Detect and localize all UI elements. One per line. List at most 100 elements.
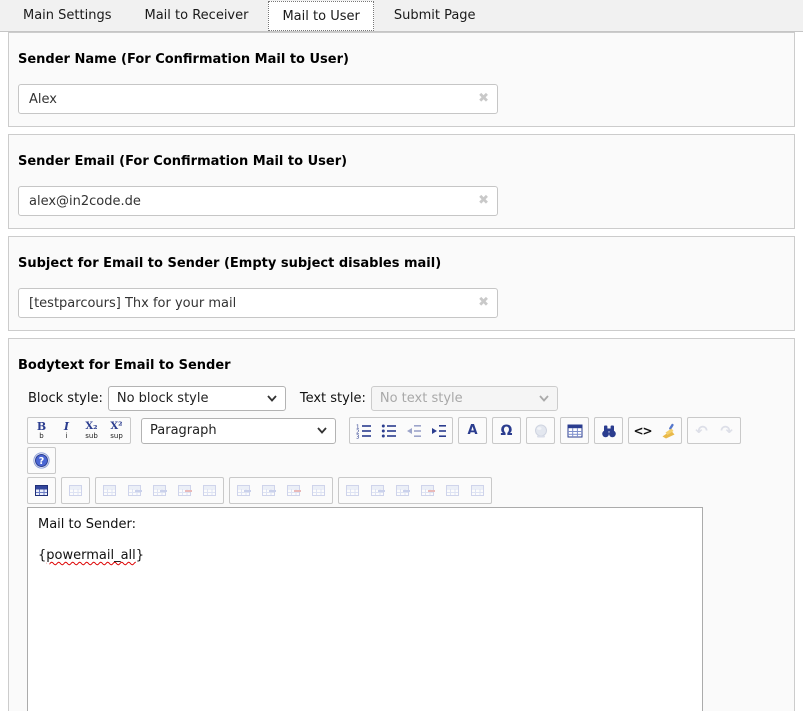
column-insert-after-icon	[262, 485, 275, 496]
cell-insert-before-button	[365, 478, 390, 503]
tab-mail-to-user[interactable]: Mail to User	[268, 1, 373, 31]
sender-email-input[interactable]	[18, 186, 498, 216]
bold-button[interactable]: B b	[29, 418, 54, 443]
cell-delete-icon	[421, 485, 434, 496]
chevron-down-icon	[317, 427, 327, 434]
svg-text:?: ?	[39, 456, 45, 467]
block-style-select[interactable]: No block style	[108, 386, 286, 411]
cell-properties-icon	[346, 485, 359, 496]
indent-icon	[431, 423, 447, 439]
find-replace-button[interactable]	[596, 418, 621, 443]
rte-style-row: Block style: No block style Text style: …	[28, 386, 778, 411]
tab-submit-page[interactable]: Submit Page	[381, 0, 489, 31]
ordered-list-button[interactable]: 123	[351, 418, 376, 443]
toggle-table-borders-button[interactable]	[29, 478, 54, 503]
row-insert-under-button	[147, 478, 172, 503]
source-code-icon: <>	[633, 424, 651, 438]
block-style-label: Block style:	[28, 391, 103, 406]
special-character-group: Ω	[492, 417, 521, 444]
row-properties-button	[97, 478, 122, 503]
block-style-value: No block style	[117, 391, 209, 406]
view-source-button[interactable]: <>	[630, 418, 655, 443]
row-delete-icon	[178, 485, 191, 496]
column-delete-icon	[287, 485, 300, 496]
chevron-down-icon	[539, 395, 549, 402]
cell-properties-button	[340, 478, 365, 503]
text-style-value: No text style	[380, 391, 463, 406]
broom-icon	[660, 423, 676, 439]
section-subject: Subject for Email to Sender (Empty subje…	[8, 236, 795, 331]
globe-icon	[533, 423, 549, 439]
redo-icon: ↷	[720, 424, 733, 438]
insert-special-character-button[interactable]: Ω	[494, 418, 519, 443]
italic-icon: I	[64, 421, 69, 432]
superscript-icon: X²	[110, 421, 122, 432]
unordered-list-button[interactable]	[376, 418, 401, 443]
image-group	[526, 417, 555, 444]
undo-button: ↶	[689, 418, 714, 443]
toggle-borders-group	[27, 477, 56, 504]
row-split-button	[197, 478, 222, 503]
bodytext-label: Bodytext for Email to Sender	[18, 358, 778, 373]
table-borders-icon	[35, 485, 48, 496]
spellcheck-underlined-text: powermail_all	[46, 548, 136, 563]
table-icon	[567, 423, 583, 439]
column-insert-before-button	[231, 478, 256, 503]
sender-name-label: Sender Name (For Confirmation Mail to Us…	[18, 52, 778, 67]
cell-split-icon	[471, 485, 484, 496]
tab-bar: Main Settings Mail to Receiver Mail to U…	[0, 0, 803, 32]
svg-text:3: 3	[356, 434, 360, 439]
section-bodytext: Bodytext for Email to Sender Block style…	[8, 338, 795, 711]
row-insert-above-button	[122, 478, 147, 503]
editor-line-1: Mail to Sender:	[38, 517, 692, 533]
subscript-icon: X₂	[85, 421, 97, 432]
subject-input[interactable]	[18, 288, 498, 318]
remove-format-button[interactable]	[655, 418, 680, 443]
superscript-button[interactable]: X² sup	[104, 418, 129, 443]
row-insert-under-icon	[153, 485, 166, 496]
help-icon: ?	[33, 452, 50, 469]
outdent-icon	[406, 423, 422, 439]
sender-name-input[interactable]	[18, 84, 498, 114]
subscript-button[interactable]: X₂ sub	[79, 418, 104, 443]
cell-merge-icon	[446, 485, 459, 496]
cell-insert-before-icon	[371, 485, 384, 496]
acronym-group: A	[458, 417, 487, 444]
insert-table-button[interactable]	[562, 418, 587, 443]
clear-input-icon[interactable]: ✖	[478, 193, 489, 208]
rte-editor-area[interactable]: Mail to Sender: {powermail_all}	[27, 507, 703, 711]
rte-toolbar-row-2: ?	[27, 447, 778, 474]
cell-merge-button	[440, 478, 465, 503]
insert-image-button	[528, 418, 553, 443]
sender-email-label: Sender Email (For Confirmation Mail to U…	[18, 154, 778, 169]
paragraph-format-select[interactable]: Paragraph	[141, 418, 336, 444]
undo-icon: ↶	[695, 424, 708, 438]
table-properties-icon	[69, 485, 82, 496]
unordered-list-icon	[381, 423, 397, 439]
rte-toolbar-row-3	[27, 477, 778, 504]
indent-button[interactable]	[426, 418, 451, 443]
cell-operations-group	[338, 477, 492, 504]
help-group: ?	[27, 447, 56, 474]
section-sender-name: Sender Name (For Confirmation Mail to Us…	[8, 32, 795, 127]
row-insert-above-icon	[128, 485, 141, 496]
row-operations-group	[95, 477, 224, 504]
column-split-button	[306, 478, 331, 503]
row-split-icon	[203, 485, 216, 496]
cell-insert-after-icon	[396, 485, 409, 496]
tab-main-settings[interactable]: Main Settings	[10, 0, 125, 31]
clear-input-icon[interactable]: ✖	[478, 295, 489, 310]
chevron-down-icon	[267, 395, 277, 402]
acronym-button[interactable]: A	[460, 418, 485, 443]
omega-icon: Ω	[501, 424, 513, 438]
help-button[interactable]: ?	[29, 448, 54, 473]
clear-input-icon[interactable]: ✖	[478, 91, 489, 106]
row-delete-button	[172, 478, 197, 503]
rte-toolbar-row-1: B b I i X₂ sub X² sup Paragraph	[27, 417, 778, 444]
italic-button[interactable]: I i	[54, 418, 79, 443]
find-group	[594, 417, 623, 444]
text-style-select: No text style	[371, 386, 558, 411]
ordered-list-icon: 123	[356, 423, 372, 439]
column-insert-after-button	[256, 478, 281, 503]
tab-mail-to-receiver[interactable]: Mail to Receiver	[132, 0, 262, 31]
